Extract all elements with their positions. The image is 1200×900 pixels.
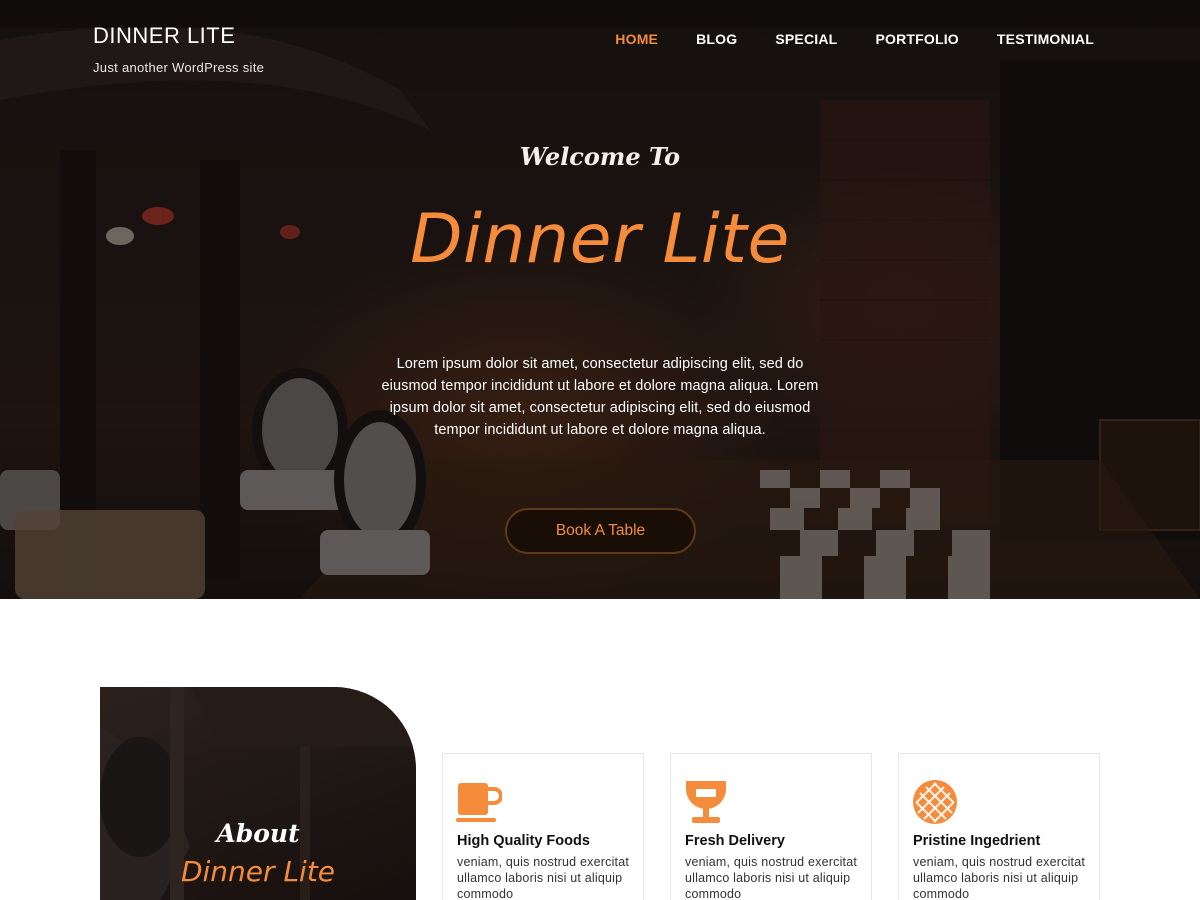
nav-item-blog[interactable]: BLOG [696,31,737,47]
hero-welcome-text: Welcome To [519,142,681,171]
feature-card[interactable]: Fresh Delivery veniam, quis nostrud exer… [670,753,872,900]
about-title-line1: About [216,819,300,848]
feature-title: High Quality Foods [457,833,590,849]
nav-item-special[interactable]: SPECIAL [775,31,837,47]
main-nav: HOME BLOG SPECIAL PORTFOLIO TESTIMONIAL [577,31,1094,47]
hero-description-line: Lorem ipsum dolor sit amet, consectetur … [381,356,804,394]
feature-card[interactable]: High Quality Foods veniam, quis nostrud … [442,753,644,900]
nav-item-portfolio[interactable]: PORTFOLIO [875,31,958,47]
feature-text: veniam, quis nostrud exercitat ullamco l… [457,855,630,900]
hero-section: DINNER LITE Just another WordPress site … [0,0,1200,599]
feature-text: veniam, quis nostrud exercitat ullamco l… [685,855,858,900]
feature-text: veniam, quis nostrud exercitat ullamco l… [913,855,1086,900]
feature-title: Pristine Ingedrient [913,833,1041,849]
feature-card[interactable]: Pristine Ingedrient veniam, quis nostrud… [898,753,1100,900]
about-title-line2: Dinner Lite [180,855,336,888]
book-table-button[interactable]: Book A Table [505,508,696,554]
wine-glass-icon [686,781,726,823]
about-card: About Dinner Lite [100,687,416,900]
nav-item-home[interactable]: HOME [615,31,658,47]
site-tagline: Just another WordPress site [93,60,265,75]
coffee-cup-icon [456,783,502,822]
nav-item-testimonial[interactable]: TESTIMONIAL [997,31,1094,47]
feature-title: Fresh Delivery [685,833,785,849]
pie-icon [913,780,957,824]
hero-title: Dinner Lite [410,200,790,279]
site-title[interactable]: DINNER LITE [93,23,235,49]
hero-description: Lorem ipsum dolor sit amet, consectetur … [380,353,820,441]
